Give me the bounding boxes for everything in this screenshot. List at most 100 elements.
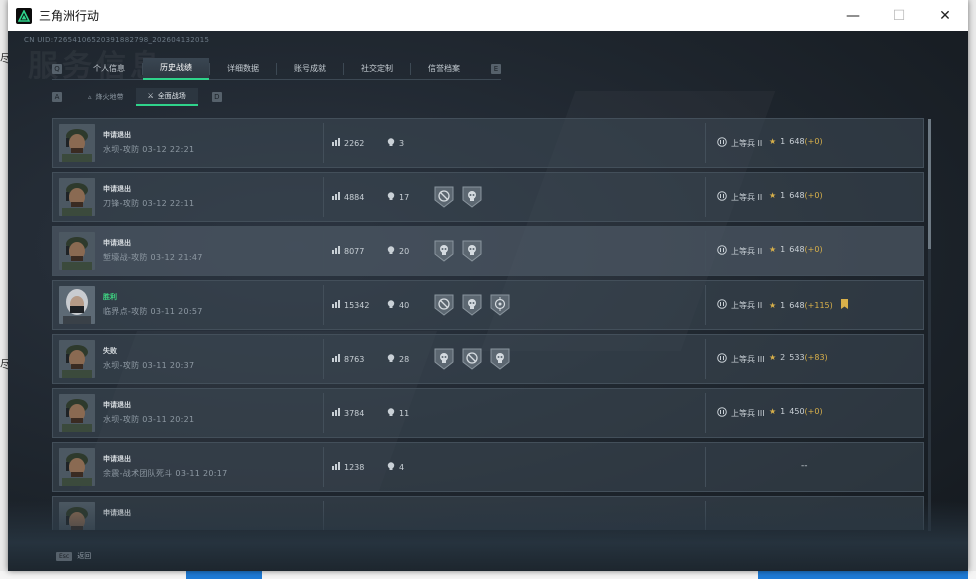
tab-4[interactable]: 社交定制 [344, 58, 410, 80]
score-value: 4884 [344, 192, 365, 202]
row-divider [705, 177, 706, 217]
match-record-row[interactable]: 申请退出 余震-战术团队死斗 03-11 20:17 1238 4 -- [52, 442, 924, 492]
scrollbar-thumb[interactable] [928, 119, 931, 249]
app-logo-icon [16, 7, 32, 24]
operator-portrait-icon [59, 340, 95, 378]
score-bars-icon [332, 246, 340, 256]
match-record-row[interactable]: 失败 水坝-攻防 03-11 20:37 8763 28 上等兵 III ★ 2 533 (+8… [52, 334, 924, 384]
star-count: 1 [780, 191, 786, 200]
match-record-row[interactable]: 申请退出 水坝-攻防 03-12 22:21 2262 3 上等兵 II ★ 1 648 (+0… [52, 118, 924, 168]
row-divider [705, 447, 706, 487]
match-result: 申请退出 [103, 185, 131, 193]
rank-name: 上等兵 III [731, 408, 765, 418]
next-tab-key-hint[interactable]: E [491, 63, 501, 74]
operator-avatar [59, 232, 95, 270]
row-divider [323, 285, 324, 325]
map-and-time: 刀锋-攻防 03-12 22:11 [103, 199, 195, 208]
medal-list [433, 293, 511, 317]
skull-icon [387, 300, 395, 310]
wrench-medal-icon [462, 348, 482, 370]
operator-avatar [59, 124, 95, 162]
tab-label: 历史战绩 [160, 63, 192, 72]
match-score: 3784 [332, 408, 364, 418]
operator-portrait-icon [59, 124, 95, 162]
window-title: 三角洲行动 [39, 9, 100, 23]
tab-2[interactable]: 详细数据 [210, 58, 276, 80]
rank-name: 上等兵 II [731, 138, 763, 148]
kill-value: 40 [399, 300, 410, 310]
maximize-button[interactable]: ☐ [876, 0, 922, 31]
tab-0[interactable]: 个人信息 [76, 58, 142, 80]
match-history-list: 申请退出 水坝-攻防 03-12 22:21 2262 3 上等兵 II ★ 1 648 (+0… [52, 118, 924, 530]
back-hint[interactable]: Esc 返回 [56, 551, 91, 561]
prev-subtab-key-hint[interactable]: A [52, 92, 62, 102]
points-value: 648 [789, 300, 805, 310]
close-button[interactable]: ✕ [922, 0, 968, 31]
match-record-row[interactable]: 申请退出 刀锋-攻防 03-12 22:11 4884 17 上等兵 II ★ 1 648 (+… [52, 172, 924, 222]
points-delta: (+83) [804, 353, 828, 362]
minimize-button[interactable]: — [830, 0, 876, 31]
tab-1[interactable]: 历史战绩 [143, 57, 209, 80]
medal-list [433, 347, 511, 371]
list-scrollbar[interactable] [928, 119, 931, 531]
star-icon: ★ [769, 300, 777, 310]
subtab-0[interactable]: ▵ 烽火地带 [76, 88, 136, 106]
match-score: 4884 [332, 192, 364, 202]
map-and-time: 水坝-攻防 03-12 22:21 [103, 145, 195, 154]
match-record-row[interactable]: 申请退出 水坝-攻防 03-11 20:21 3784 11 上等兵 III ★ 1 450(… [52, 388, 924, 438]
skull-icon [387, 408, 395, 418]
operator-portrait-icon [59, 232, 95, 270]
score-value: 15342 [344, 300, 370, 310]
rank-info: 上等兵 II [717, 299, 762, 311]
rank-emblem-icon [717, 191, 727, 203]
row-divider [323, 393, 324, 433]
points-value: 648 [789, 137, 805, 146]
wrench-medal-icon [434, 294, 454, 316]
match-record-row[interactable]: 申请退出 堑壕战-攻防 03-12 21:47 8077 20 上等兵 II ★ 1 648(… [52, 226, 924, 276]
row-divider [323, 177, 324, 217]
kill-count: 17 [387, 192, 409, 202]
row-divider [705, 123, 706, 163]
star-count: 1 [780, 137, 786, 146]
rank-points: ★ 2 533 (+83) [769, 353, 828, 362]
match-record-row[interactable]: 胜利 临界点-攻防 03-11 20:57 15342 40 上等兵 II ★ 1 648 (+… [52, 280, 924, 330]
star-count: 2 [780, 353, 786, 362]
score-value: 2262 [344, 138, 365, 148]
prev-tab-key-hint[interactable]: Q [52, 63, 62, 74]
bookmark-icon[interactable] [840, 299, 848, 311]
back-label: 返回 [77, 552, 92, 560]
kill-value: 11 [399, 408, 410, 418]
title-bar[interactable]: 三角洲行动 — ☐ ✕ [8, 0, 968, 31]
kill-count: 3 [387, 138, 404, 148]
skull-medal-icon [434, 240, 454, 262]
score-bars-icon [332, 408, 340, 418]
kill-value: 20 [399, 246, 410, 256]
score-bars-icon [332, 354, 340, 364]
target-medal-icon [490, 294, 510, 316]
no-rank-data: -- [801, 461, 808, 471]
operator-portrait-icon [59, 286, 95, 324]
skull-icon [387, 354, 395, 364]
game-window: 三角洲行动 — ☐ ✕ 服务信息 CN UID:7265410652039188… [8, 0, 968, 571]
subtab-label: 烽火地带 [95, 93, 124, 101]
score-value: 8077 [344, 246, 365, 256]
kill-count: 28 [387, 354, 409, 364]
points-value: 533 [789, 353, 805, 362]
desktop-blue-bar [758, 571, 968, 579]
subtab-label: 全面战场 [157, 92, 186, 100]
skull-icon [387, 192, 395, 202]
score-bars-icon [332, 462, 340, 472]
match-score: 15342 [332, 300, 369, 310]
next-subtab-key-hint[interactable]: D [211, 92, 222, 102]
medal-list [433, 185, 483, 209]
operator-avatar [59, 394, 95, 432]
points-value: 450 [789, 407, 805, 416]
tab-5[interactable]: 信誉档案 [411, 58, 477, 80]
star-icon: ★ [769, 191, 777, 200]
rank-points: ★ 1 648 (+0) [769, 245, 823, 254]
subtab-1[interactable]: ⚔ 全面战场 [135, 88, 198, 106]
points-delta: (+0) [804, 137, 823, 146]
rank-name: 上等兵 II [731, 246, 763, 256]
tab-3[interactable]: 账号成就 [277, 58, 343, 80]
tab-label: 详细数据 [227, 64, 259, 73]
